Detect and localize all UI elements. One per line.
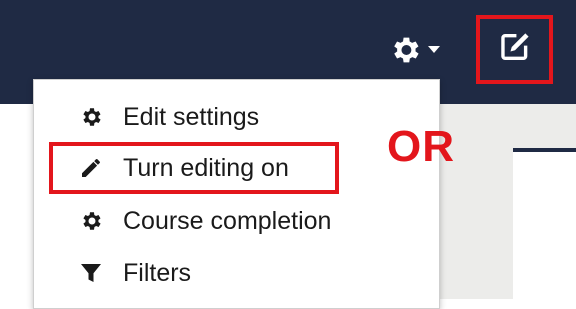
edit-mode-toggle-button[interactable] — [476, 15, 553, 84]
course-actions-menu-toggle[interactable] — [388, 33, 444, 67]
course-actions-dropdown: Edit settings Turn editing on Course com… — [33, 79, 440, 309]
menu-item-label: Course completion — [123, 206, 332, 235]
left-column — [0, 104, 35, 299]
menu-item-course-completion[interactable]: Course completion — [34, 198, 439, 244]
gear-icon — [78, 104, 104, 130]
menu-item-filters[interactable]: Filters — [34, 250, 439, 296]
menu-item-label: Filters — [123, 258, 192, 287]
menu-item-label: Edit settings — [123, 102, 260, 131]
gear-icon — [388, 33, 422, 67]
caret-down-icon — [428, 46, 440, 54]
gear-icon — [78, 208, 104, 234]
menu-item-edit-settings[interactable]: Edit settings — [34, 94, 439, 140]
content-panel — [513, 148, 576, 308]
filter-icon — [78, 260, 104, 286]
turn-editing-highlight — [49, 142, 339, 194]
or-annotation: OR — [387, 122, 455, 171]
edit-square-icon — [498, 30, 532, 69]
